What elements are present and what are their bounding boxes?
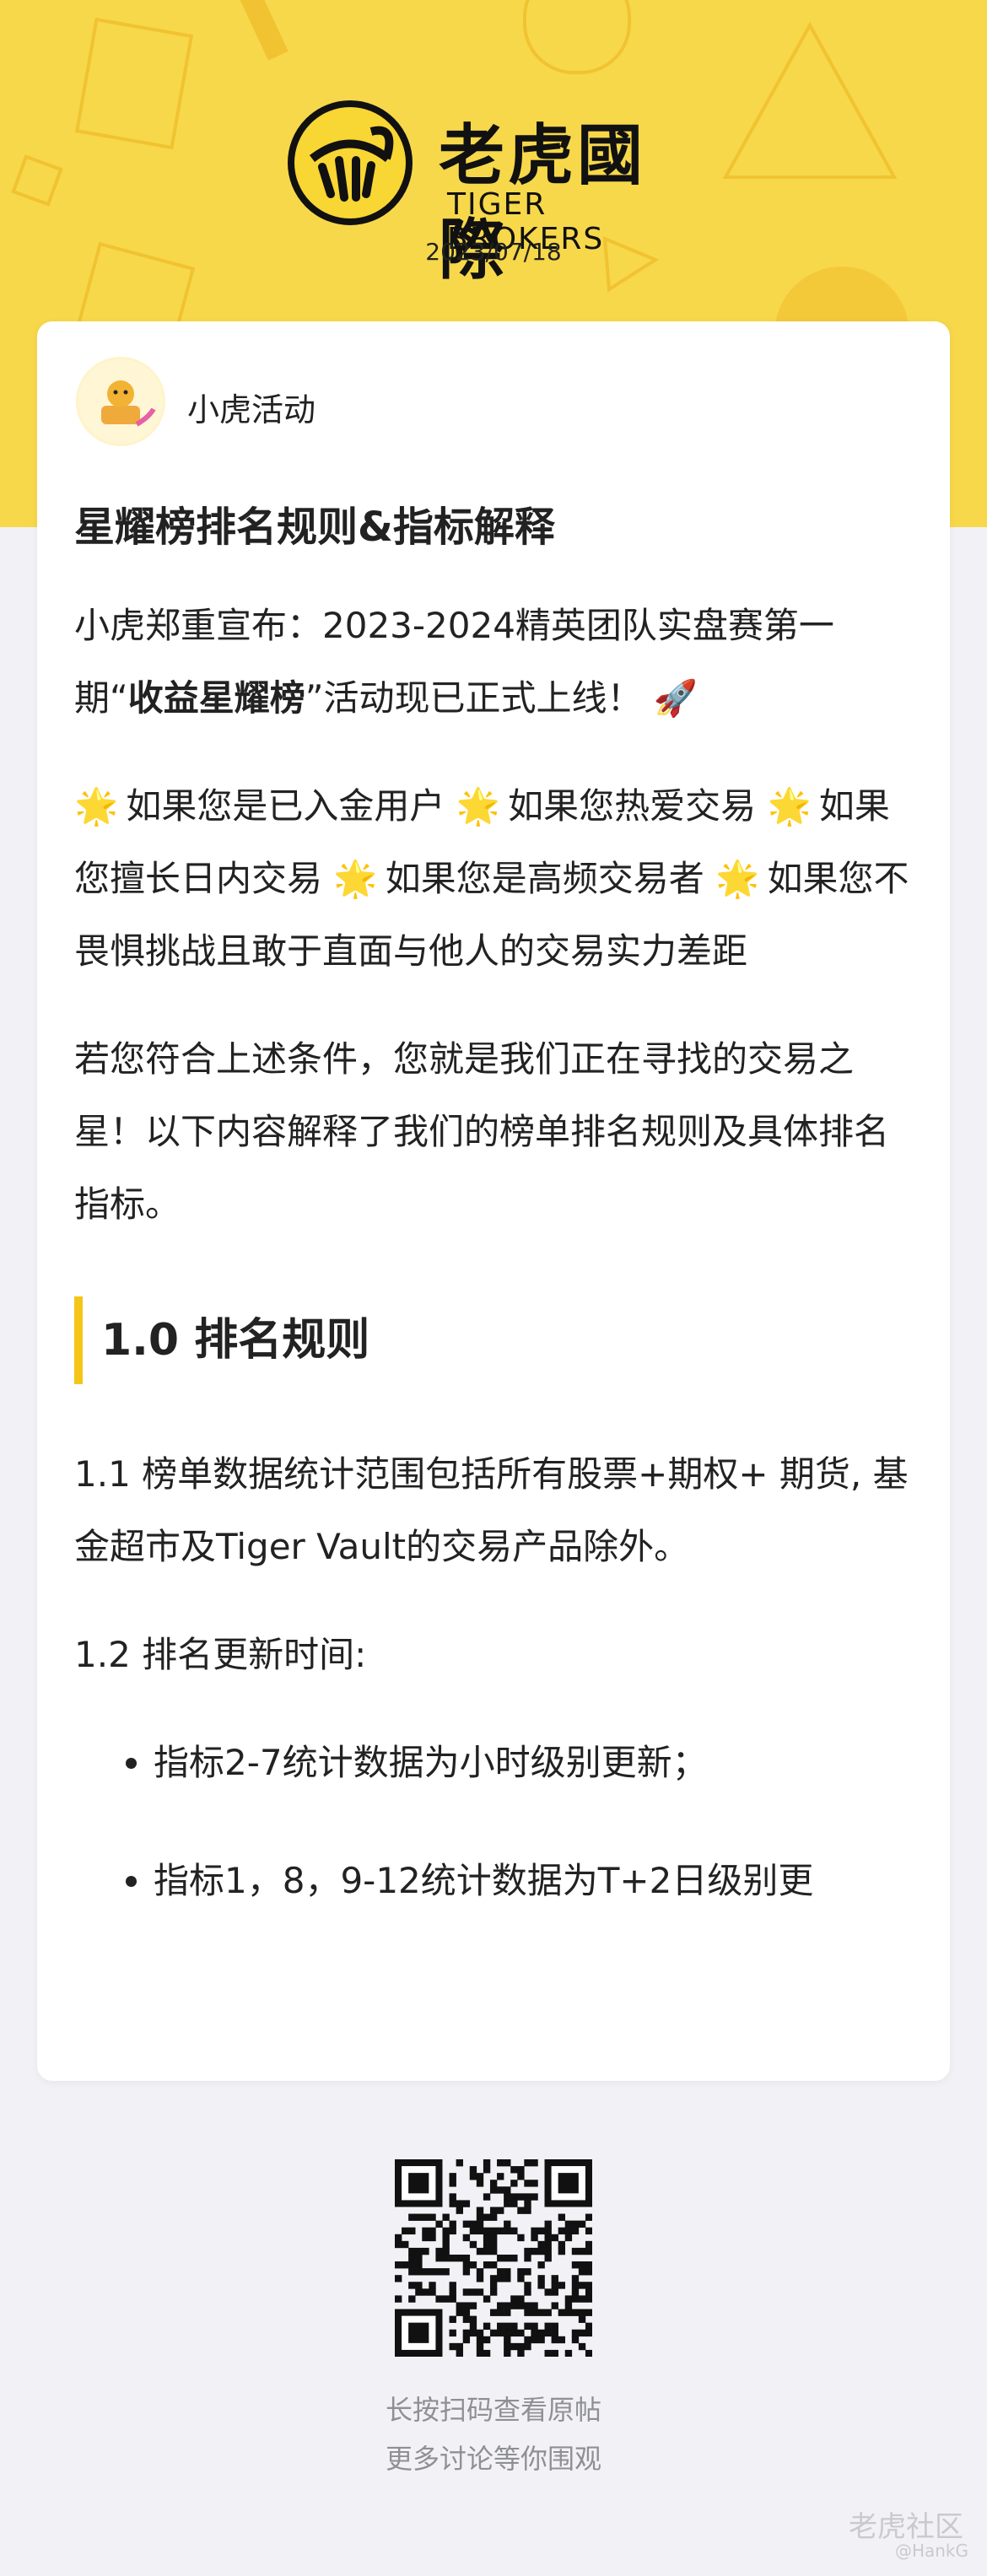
rule-1-2: 1.2 排名更新时间: [74,1634,367,1675]
user-watermark: @HankG [894,2541,968,2561]
summary-paragraph: 若您符合上述条件，您就是我们正在寻找的交易之星！以下内容解释了我们的榜单排名规则… [74,1038,890,1225]
rule-1-1: 1.1 榜单数据统计范围包括所有股票+期权+ 期货, 基金超市及Tiger Va… [74,1453,909,1567]
qr-caption-2: 更多讨论等你围观 [385,2443,601,2475]
tiger-avatar-icon[interactable] [76,357,165,446]
tiger-brokers-logo-icon [288,100,413,225]
qr-caption-1: 长按扫码查看原帖 [385,2394,601,2426]
condition-item: 如果您是高频交易者 [385,858,704,899]
list-item: 指标1，8，9-12统计数据为T+2日级别更 [154,1845,918,1917]
star-icon: 🌟 [767,785,812,827]
post-date: 2023/07/18 [425,238,562,266]
decor-small-square [11,154,63,207]
rocket-icon: 🚀 [653,677,698,719]
community-watermark: 老虎社区 [849,2510,963,2544]
section-title: 1.0 排名规则 [101,1315,370,1366]
star-icon: 🌟 [456,785,501,827]
article-content: 星耀榜排名规则&指标解释 小虎郑重宣布：2023-2024精英团队实盘赛第一期“… [74,498,918,1963]
condition-item: 如果您是已入金用户 [126,785,445,827]
list-item: 指标2-7统计数据为小时级别更新； [154,1727,918,1799]
star-icon: 🌟 [333,858,378,899]
section-accent-bar [74,1296,83,1384]
qr-code-icon[interactable] [395,2159,593,2358]
star-icon: 🌟 [74,785,119,827]
decor-bar [240,0,289,61]
brand-block: 老虎國際 TIGER BROKERS [287,100,709,288]
article-title: 星耀榜排名规则&指标解释 [74,504,555,551]
intro-paragraph: 小虎郑重宣布：2023-2024精英团队实盘赛第一期“收益星耀榜”活动现已正式上… [74,590,918,735]
intro-suffix: ”活动现已正式上线！ [305,677,643,719]
condition-item: 如果您热爱交易 [508,785,757,827]
update-bullets: 指标2-7统计数据为小时级别更新； 指标1，8，9-12统计数据为T+2日级别更 [74,1727,918,1917]
star-icon: 🌟 [715,858,760,899]
decor-circle [523,0,631,74]
author-name[interactable]: 小虎活动 [187,384,316,430]
intro-bold: 收益星耀榜 [127,677,305,719]
conditions-paragraph: 🌟 如果您是已入金用户 🌟 如果您热爱交易 🌟 如果您擅长日内交易 🌟 如果您是… [74,770,918,988]
decor-triangle [722,21,898,179]
decor-square [74,17,194,150]
section-heading: 1.0 排名规则 [74,1296,918,1384]
article-card: 小虎活动 星耀榜排名规则&指标解释 小虎郑重宣布：2023-2024精英团队实盘… [37,321,950,2081]
